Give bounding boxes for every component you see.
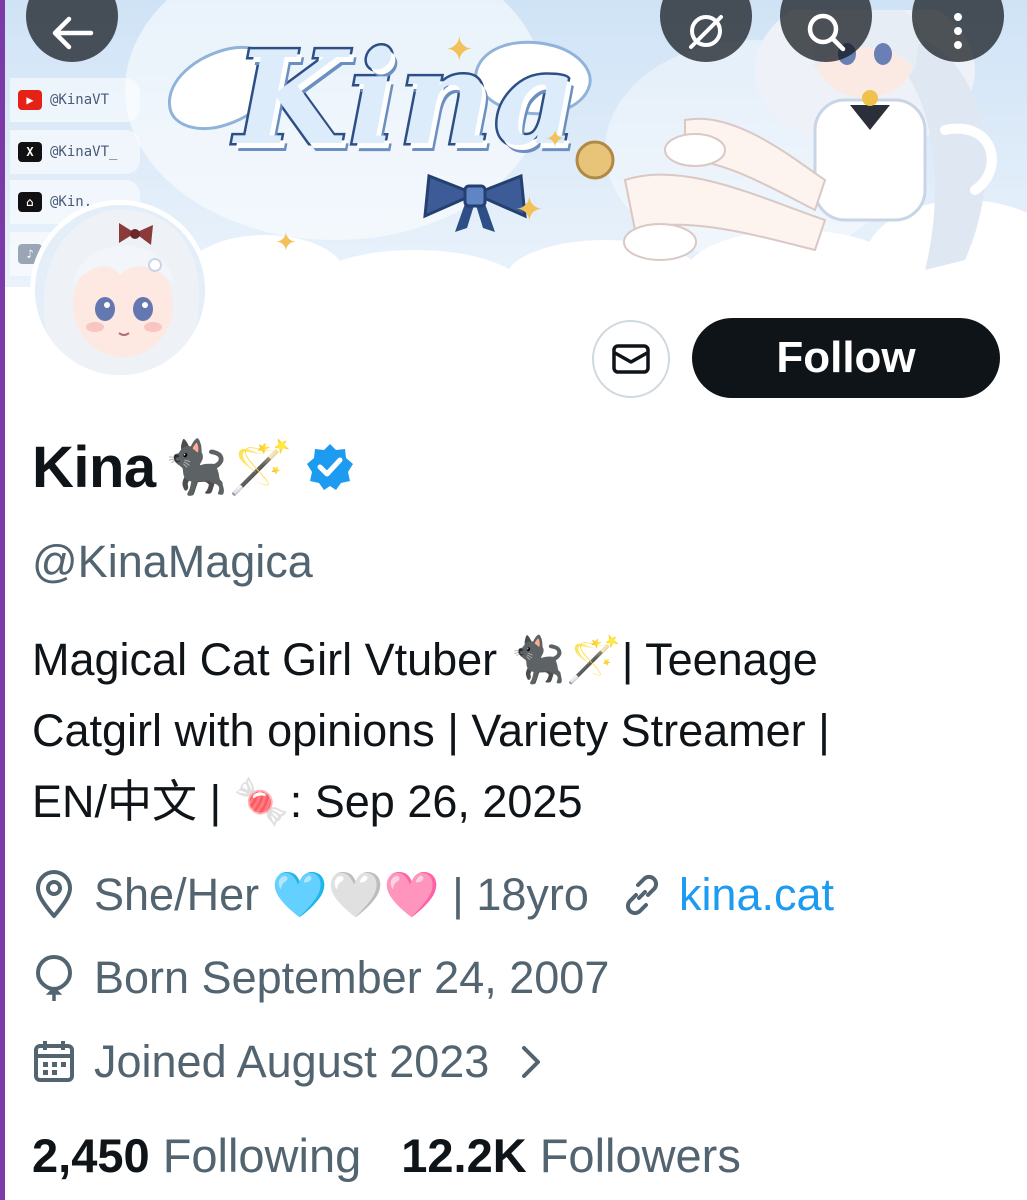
following-label: Following — [162, 1129, 362, 1182]
envelope-icon — [612, 344, 650, 374]
banner-social-x: X @KinaVT_ — [10, 130, 140, 174]
profile-avatar[interactable] — [30, 200, 210, 380]
following-link[interactable]: 2,450 Following — [32, 1128, 361, 1183]
follow-button[interactable]: Follow — [692, 318, 1000, 398]
bio-line: EN/中文 | 🍬: Sep 26, 2025 — [32, 776, 583, 827]
x-icon: X — [18, 142, 42, 162]
followers-count: 12.2K — [401, 1129, 527, 1182]
sparkle-icon: ✦ — [445, 30, 474, 70]
location-row: She/Her 🩵🤍🩷 | 18yro kina.cat — [32, 868, 834, 921]
location-text: She/Her 🩵🤍🩷 | 18yro — [94, 869, 589, 920]
arrow-left-icon — [52, 16, 94, 50]
sparkle-icon: ✦ — [275, 228, 297, 258]
avatar-illustration — [35, 205, 205, 375]
bio-line: Magical Cat Girl Vtuber 🐈‍⬛🪄| Teenage — [32, 634, 818, 685]
joined-text: Joined August 2023 — [94, 1036, 490, 1087]
sparkle-icon: ✦ — [515, 190, 544, 230]
search-icon — [807, 13, 846, 52]
sparkle-icon: ✦ — [545, 125, 566, 153]
banner-social-youtube: ▶ @KinaVT — [10, 78, 140, 122]
location-pin-icon — [36, 869, 72, 918]
name-emoji: 🐈‍⬛🪄 — [163, 437, 294, 498]
display-name: Kina — [32, 434, 156, 500]
youtube-icon: ▶ — [18, 90, 42, 110]
grok-icon — [689, 15, 723, 49]
profile-bio: Magical Cat Girl Vtuber 🐈‍⬛🪄| Teenage Ca… — [32, 624, 992, 837]
message-button[interactable] — [592, 320, 670, 398]
followers-label: Followers — [539, 1129, 741, 1182]
birthday-text: Born September 24, 2007 — [94, 952, 610, 1003]
birthday-row: Born September 24, 2007 — [32, 952, 609, 1004]
more-vertical-icon — [954, 13, 962, 49]
twitch-icon: ⌂ — [18, 192, 42, 212]
chevron-right-icon — [522, 1046, 541, 1078]
followers-link[interactable]: 12.2K Followers — [401, 1128, 741, 1183]
banner-social-label: @KinaVT_ — [50, 144, 118, 160]
calendar-icon — [34, 1041, 74, 1082]
verified-badge-icon[interactable] — [305, 442, 355, 492]
link-icon — [625, 874, 658, 915]
bio-line: Catgirl with opinions | Variety Streamer… — [32, 705, 830, 756]
website-link[interactable]: kina.cat — [679, 869, 834, 921]
display-name-row: Kina 🐈‍⬛🪄 — [32, 432, 355, 502]
banner-social-label: @KinaVT — [50, 92, 110, 108]
user-handle: @KinaMagica — [32, 536, 313, 587]
banner-logo: Kina — [233, 22, 580, 177]
follow-stats: 2,450 Following 12.2K Followers — [32, 1128, 741, 1183]
joined-row[interactable]: Joined August 2023 — [32, 1036, 545, 1088]
balloon-icon — [35, 954, 73, 1001]
following-count: 2,450 — [32, 1129, 150, 1182]
